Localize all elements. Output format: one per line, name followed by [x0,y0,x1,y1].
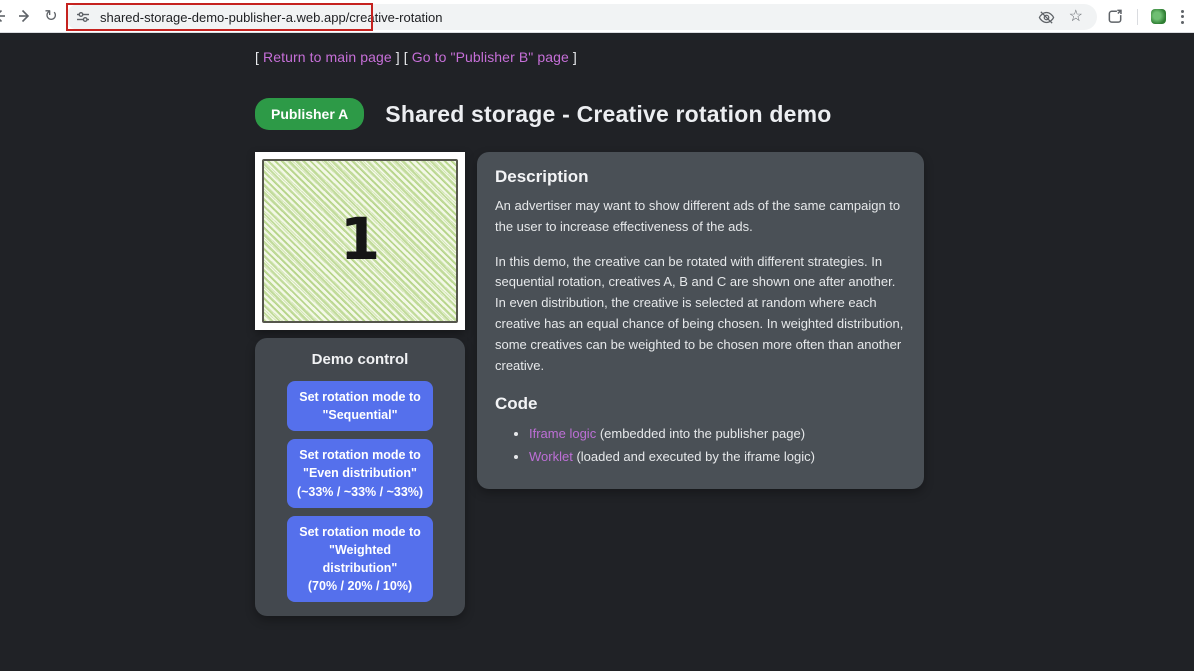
publisher-b-page-link[interactable]: Go to "Publisher B" page [412,49,569,65]
weighted-distribution-mode-button[interactable]: Set rotation mode to "Weighted distribut… [287,516,433,603]
iframe-logic-link[interactable]: Iframe logic [529,426,596,441]
sequential-mode-button[interactable]: Set rotation mode to "Sequential" [287,381,433,431]
creative-ad-frame: 1 [255,152,465,330]
page-title: Shared storage - Creative rotation demo [385,101,831,128]
bracket: [ [404,49,408,65]
reload-icon: ↻ [44,6,57,26]
reload-button[interactable]: ↻ [38,3,64,29]
browser-toolbar: ↻ shared-storage-demo-publisher-a.web.ap… [0,0,1194,33]
extension-icon[interactable] [1151,9,1166,24]
code-heading: Code [495,394,906,414]
list-item-note: (loaded and executed by the iframe logic… [573,449,815,464]
bracket: [ [255,49,259,65]
site-settings-icon[interactable] [76,10,90,24]
page-header: Publisher A Shared storage - Creative ro… [255,98,1194,130]
button-line: "Sequential" [293,406,427,424]
page-nav: [Return to main page] [Go to "Publisher … [255,49,1194,65]
bookmark-star-icon[interactable]: ☆ [1069,9,1083,25]
forward-button[interactable] [12,3,38,29]
description-card: Description An advertiser may want to sh… [477,152,924,489]
code-links-list: Iframe logic (embedded into the publishe… [495,423,906,469]
list-item-note: (embedded into the publisher page) [596,426,805,441]
bracket: ] [396,49,400,65]
return-main-page-link[interactable]: Return to main page [263,49,392,65]
button-line: Set rotation mode to [293,388,427,406]
publisher-badge: Publisher A [255,98,364,130]
even-distribution-mode-button[interactable]: Set rotation mode to "Even distribution"… [287,439,433,507]
description-paragraph: In this demo, the creative can be rotate… [495,252,906,377]
description-paragraph: An advertiser may want to show different… [495,196,906,238]
creative-ad: 1 [262,159,458,323]
address-bar[interactable]: shared-storage-demo-publisher-a.web.app/… [66,4,1097,30]
page-body: [Return to main page] [Go to "Publisher … [0,33,1194,670]
button-line: Set rotation mode to [293,446,427,464]
toolbar-separator [1137,9,1138,25]
url-text[interactable]: shared-storage-demo-publisher-a.web.app/… [100,10,1038,25]
list-item: Iframe logic (embedded into the publishe… [529,423,906,446]
button-line: Set rotation mode to [293,523,427,541]
back-button[interactable] [0,3,12,29]
button-line: (~33% / ~33% / ~33%) [293,483,427,501]
forward-arrow-icon [17,8,33,24]
demo-control-title: Demo control [255,351,465,368]
demo-control-panel: Demo control Set rotation mode to "Seque… [255,338,465,616]
button-line: (70% / 20% / 10%) [293,577,427,595]
description-heading: Description [495,167,906,187]
hide-eye-icon[interactable] [1038,9,1055,26]
worklet-link[interactable]: Worklet [529,449,573,464]
creative-number: 1 [340,210,380,268]
back-arrow-icon [0,8,7,24]
button-line: "Even distribution" [293,464,427,482]
bracket: ] [573,49,577,65]
list-item: Worklet (loaded and executed by the ifra… [529,446,906,469]
side-panel-icon[interactable] [1107,8,1124,25]
button-line: "Weighted distribution" [293,541,427,577]
browser-menu-icon[interactable] [1179,8,1186,26]
